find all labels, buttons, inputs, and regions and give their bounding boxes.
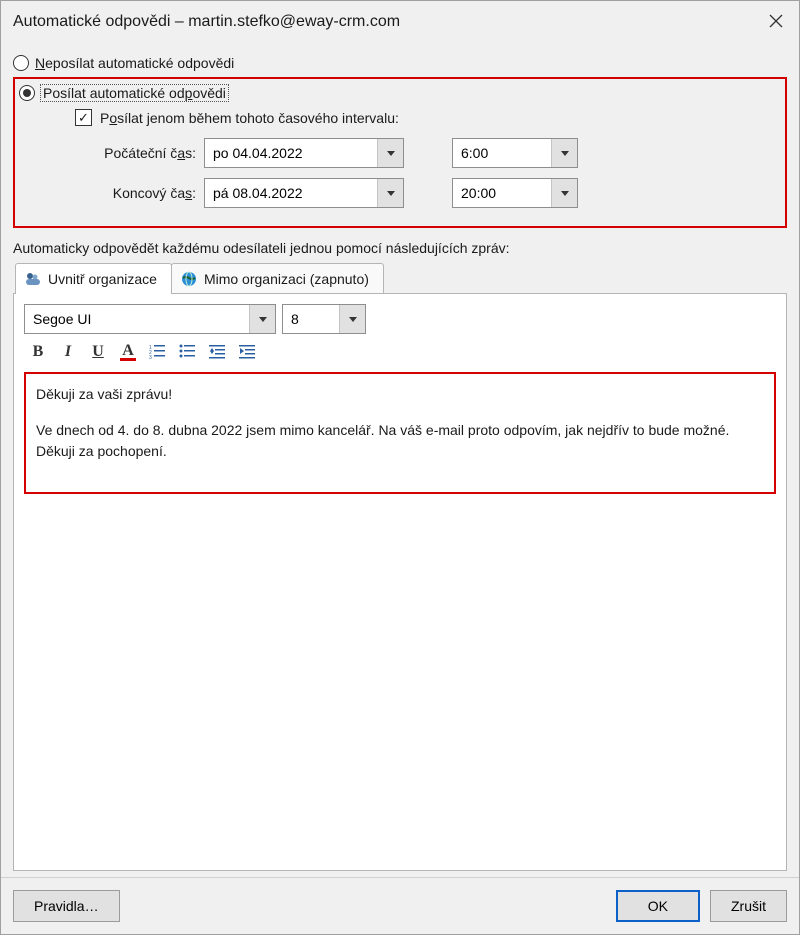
chevron-down-icon [259, 317, 267, 322]
font-family-input[interactable] [25, 305, 249, 333]
tab-outside-label: Mimo organizaci (zapnuto) [204, 271, 369, 287]
start-date-combo[interactable] [204, 138, 404, 168]
chevron-down-icon [387, 151, 395, 156]
outdent-button[interactable] [208, 342, 228, 362]
start-date-input[interactable] [205, 139, 377, 167]
close-icon [769, 12, 783, 33]
time-range-checkbox-label: Posílat jenom během tohoto časového inte… [100, 110, 399, 126]
editor-blank-line [36, 406, 764, 420]
numbered-list-button[interactable]: 1 2 3 [148, 342, 168, 362]
ok-button[interactable]: OK [616, 890, 700, 922]
chevron-down-icon [561, 191, 569, 196]
start-time-dropdown-button[interactable] [551, 139, 577, 167]
svg-text:3: 3 [149, 355, 152, 361]
checkbox-icon: ✓ [75, 109, 92, 126]
font-family-dropdown-button[interactable] [249, 305, 275, 333]
font-row [24, 304, 776, 334]
start-time-combo[interactable] [452, 138, 578, 168]
chevron-down-icon [561, 151, 569, 156]
tab-strip: Uvnitř organizace Mimo organizaci (zapnu… [13, 262, 787, 294]
end-date-combo[interactable] [204, 178, 404, 208]
dialog-button-bar: Pravidla… OK Zrušit [1, 877, 799, 934]
dialog-window: Automatické odpovědi – martin.stefko@ewa… [0, 0, 800, 935]
message-editor[interactable]: Děkuji za vaši zprávu! Ve dnech od 4. do… [24, 372, 776, 494]
tab-outside-org[interactable]: Mimo organizaci (zapnuto) [171, 263, 384, 293]
window-title: Automatické odpovědi – martin.stefko@ewa… [13, 13, 753, 31]
editor-panel: B I U A 1 2 3 [13, 294, 787, 871]
tab-inside-org[interactable]: Uvnitř organizace [15, 263, 172, 294]
rules-button[interactable]: Pravidla… [13, 890, 120, 922]
globe-icon [180, 270, 198, 288]
editor-spacer [24, 494, 776, 860]
org-people-icon [24, 270, 42, 288]
start-row: Počáteční čas: [89, 138, 777, 168]
title-bar: Automatické odpovědi – martin.stefko@ewa… [1, 1, 799, 43]
underline-button[interactable]: U [88, 342, 108, 362]
instruction-text: Automaticky odpovědět každému odesílatel… [13, 240, 787, 256]
radio-send[interactable]: Posílat automatické odpovědi [19, 85, 777, 101]
end-label: Koncový čas: [89, 185, 204, 201]
chevron-down-icon [349, 317, 357, 322]
font-size-input[interactable] [283, 305, 339, 333]
start-date-dropdown-button[interactable] [377, 139, 403, 167]
dialog-content: Neposílat automatické odpovědi Posílat a… [1, 43, 799, 877]
radio-icon [13, 55, 29, 71]
end-time-dropdown-button[interactable] [551, 179, 577, 207]
end-row: Koncový čas: [89, 178, 777, 208]
font-color-button[interactable]: A [118, 342, 138, 362]
italic-button[interactable]: I [58, 342, 78, 362]
end-time-input[interactable] [453, 179, 551, 207]
editor-line: Děkuji za vaši zprávu! [36, 384, 764, 406]
bullet-list-button[interactable] [178, 342, 198, 362]
start-label: Počáteční čas: [89, 145, 204, 161]
format-toolbar: B I U A 1 2 3 [28, 342, 776, 362]
radio-do-not-send[interactable]: Neposílat automatické odpovědi [13, 55, 787, 71]
chevron-down-icon [387, 191, 395, 196]
radio-do-not-send-label: Neposílat automatické odpovědi [35, 55, 234, 71]
editor-line: Ve dnech od 4. do 8. dubna 2022 jsem mim… [36, 420, 764, 463]
font-size-combo[interactable] [282, 304, 366, 334]
start-time-input[interactable] [453, 139, 551, 167]
cancel-button[interactable]: Zrušit [710, 890, 787, 922]
end-time-combo[interactable] [452, 178, 578, 208]
indent-button[interactable] [238, 342, 258, 362]
end-date-dropdown-button[interactable] [377, 179, 403, 207]
radio-send-label: Posílat automatické odpovědi [41, 85, 228, 101]
tab-inside-label: Uvnitř organizace [48, 271, 157, 287]
time-range-checkbox[interactable]: ✓ Posílat jenom během tohoto časového in… [75, 109, 777, 126]
font-family-combo[interactable] [24, 304, 276, 334]
font-color-icon: A [120, 343, 136, 361]
close-button[interactable] [753, 1, 799, 43]
radio-icon [19, 85, 35, 101]
send-settings-highlight: Posílat automatické odpovědi ✓ Posílat j… [13, 77, 787, 228]
font-size-dropdown-button[interactable] [339, 305, 365, 333]
bold-button[interactable]: B [28, 342, 48, 362]
end-date-input[interactable] [205, 179, 377, 207]
